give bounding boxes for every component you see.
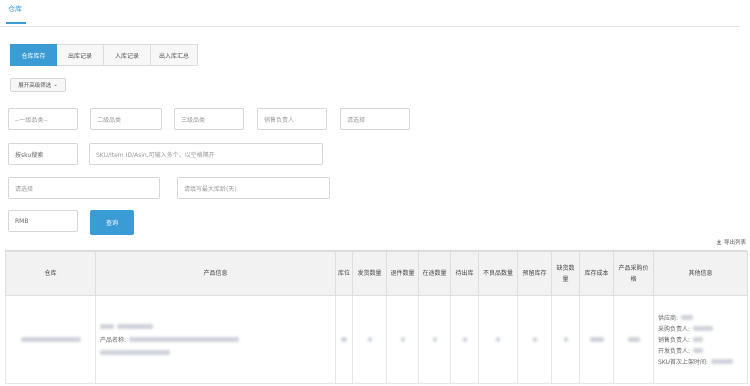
- category1-select[interactable]: --一级品类--: [8, 108, 78, 130]
- tab-active-indicator: [6, 22, 26, 24]
- subtab-bar: 仓库库存 出库记录 入库记录 出入库汇总: [10, 44, 198, 66]
- cell-stock-cost: [579, 295, 614, 384]
- sales-owner-label: 销售负责人:: [658, 337, 691, 344]
- col-header-product-info: 产品信息: [95, 251, 336, 296]
- sku-first-listed-label: SKU首次上架时间:: [658, 359, 708, 366]
- cell-other-info: 供应商: 采购负责人: 销售负责人: 开发负责人: SKU首次上架时间:: [653, 295, 748, 384]
- purchase-owner-label: 采购负责人:: [658, 326, 691, 333]
- col-header-purchase-price: 产品采购价格: [613, 251, 654, 296]
- tab-warehouse[interactable]: 仓库: [8, 4, 22, 14]
- cell-returned-qty: [386, 295, 419, 384]
- cell-defective-qty: [478, 295, 518, 384]
- category3-select[interactable]: 三级品类: [174, 108, 244, 130]
- chevron-down-icon: ⌄: [53, 82, 58, 88]
- inventory-table: 仓库 产品信息 库位 发货数量 退件数量 在途数量 待出库 不良品数量 预留库存…: [5, 250, 748, 384]
- advanced-filter-label: 展开高级筛选: [18, 83, 52, 89]
- cell-warehouse: [5, 295, 96, 384]
- cell-pending-outbound: [450, 295, 479, 384]
- subtab-inout-summary[interactable]: 出入库汇总: [151, 44, 198, 66]
- select-b[interactable]: 请选择: [8, 177, 160, 199]
- download-icon: [716, 239, 722, 245]
- sku-search-mode-select[interactable]: 按sku搜索: [8, 143, 78, 165]
- divider: [0, 26, 740, 27]
- subtab-warehouse-stock[interactable]: 仓库库存: [10, 44, 57, 66]
- col-header-in-transit-qty: 在途数量: [418, 251, 451, 296]
- col-header-warehouse: 仓库: [5, 251, 96, 296]
- sales-owner-select[interactable]: 销售负责人: [257, 108, 327, 130]
- export-list-label: 导出列表: [724, 240, 747, 246]
- cell-product-info: 产品名称:: [95, 295, 336, 384]
- advanced-filter-toggle[interactable]: 展开高级筛选 ⌄: [10, 78, 66, 92]
- col-header-stock-cost: 库存成本: [579, 251, 614, 296]
- col-header-defective-qty: 不良品数量: [478, 251, 518, 296]
- col-header-shortage-qty: 缺货数量: [551, 251, 580, 296]
- cell-purchase-price: [613, 295, 654, 384]
- query-button[interactable]: 查询: [90, 210, 134, 235]
- col-header-reserved-stock: 预留库存: [517, 251, 552, 296]
- dev-owner-label: 开发负责人:: [658, 348, 691, 355]
- col-header-returned-qty: 退件数量: [386, 251, 419, 296]
- col-header-other-info: 其他信息: [653, 251, 748, 296]
- cell-in-transit-qty: [418, 295, 451, 384]
- supplier-label: 供应商:: [658, 315, 679, 322]
- product-name-label: 产品名称:: [100, 337, 127, 344]
- cell-shipped-qty: [352, 295, 387, 384]
- subtab-outbound-records[interactable]: 出库记录: [57, 44, 104, 66]
- export-list-button[interactable]: 导出列表: [716, 238, 746, 246]
- col-header-pending-outbound: 待出库: [450, 251, 479, 296]
- cell-location: [335, 295, 353, 384]
- category2-select[interactable]: 二级品类: [90, 108, 162, 130]
- max-stock-days-input[interactable]: 请填写最大库龄(天): [177, 177, 330, 199]
- currency-select[interactable]: RMB: [8, 210, 78, 232]
- col-header-location: 库位: [335, 251, 353, 296]
- cell-reserved-stock: [517, 295, 552, 384]
- col-header-shipped-qty: 发货数量: [352, 251, 387, 296]
- table-row: 产品名称: 供应商: 采购负责人: 销售负责人: 开发负责人: SKU首次上架时…: [5, 295, 748, 384]
- table-header-row: 仓库 产品信息 库位 发货数量 退件数量 在途数量 待出库 不良品数量 预留库存…: [5, 251, 748, 296]
- subtab-inbound-records[interactable]: 入库记录: [104, 44, 151, 66]
- sku-search-input[interactable]: SKU/Item ID/Asin,可输入多个，以空格隔开: [89, 143, 323, 165]
- cell-shortage-qty: [551, 295, 580, 384]
- select-a[interactable]: 请选择: [340, 108, 410, 130]
